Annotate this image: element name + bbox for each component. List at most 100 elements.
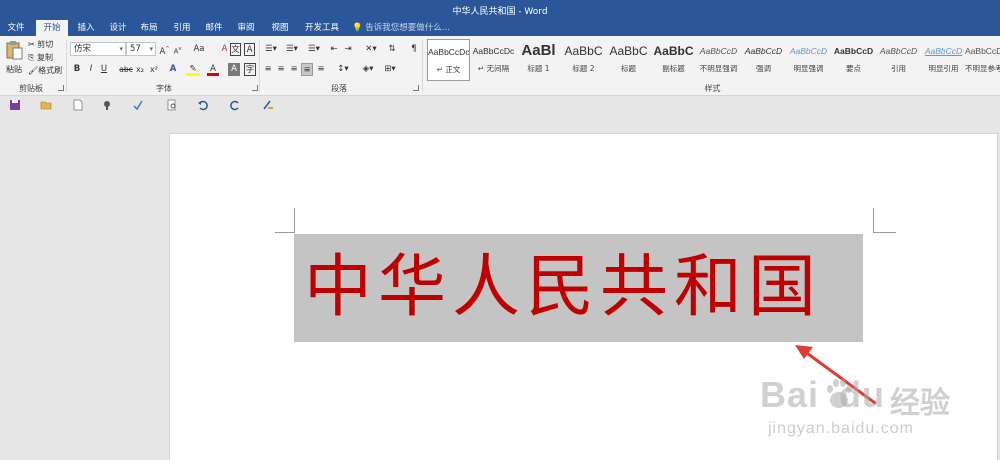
font-group-label: 字体 [156, 84, 172, 93]
superscript-button[interactable]: x² [148, 63, 160, 76]
underline-button[interactable]: U [99, 63, 109, 76]
tab-references[interactable]: 引用 [166, 20, 198, 36]
italic-button[interactable]: I [86, 63, 96, 76]
change-case-button[interactable]: Aa [190, 43, 208, 56]
style-label: 标题 [621, 64, 636, 73]
style-preview: AaBbCcD [924, 46, 963, 56]
tab-home[interactable]: 开始 [36, 20, 68, 36]
tab-design[interactable]: 设计 [102, 20, 134, 36]
style-subtle-emphasis[interactable]: AaBbCcD 不明显强调 [697, 39, 740, 81]
character-shading-icon[interactable]: A [228, 63, 240, 76]
tab-developer[interactable]: 开发工具 [298, 20, 346, 36]
phonetic-guide-icon[interactable]: 文 [230, 43, 241, 56]
style-label: 引用 [891, 64, 906, 73]
shrink-font-icon[interactable]: Av [172, 43, 183, 56]
tab-view[interactable]: 视图 [264, 20, 296, 36]
paste-label: 粘贴 [6, 65, 22, 74]
baidu-watermark: Bai du 经验 jingyan.baidu.com [760, 368, 990, 448]
tab-mailings[interactable]: 邮件 [198, 20, 230, 36]
line-spacing-icon[interactable]: ↕▾ [334, 63, 352, 76]
style-emphasis[interactable]: AaBbCcD 强调 [742, 39, 785, 81]
style-normal[interactable]: AaBbCcDc ↵ 正文 [427, 39, 470, 81]
ribbon-tabs: 文件 开始 插入 设计 布局 引用 邮件 审阅 视图 开发工具 💡 告诉我您想要… [0, 20, 1000, 36]
brush-icon: 🖌 [28, 66, 39, 75]
text-effects-icon[interactable]: A [166, 63, 180, 76]
customize-toolbar-icon[interactable] [262, 99, 274, 111]
chinese-layout-icon[interactable]: ✕▾ [362, 43, 380, 56]
numbering-icon[interactable]: ☰▾ [283, 43, 301, 56]
style-preview: AaBbCcD [833, 46, 874, 56]
align-left-icon[interactable]: ≡ [262, 63, 274, 76]
touch-mode-icon[interactable] [101, 99, 113, 111]
style-heading2[interactable]: AaBbC 标题 2 [562, 39, 605, 81]
font-launcher-icon[interactable] [252, 85, 258, 91]
distributed-icon[interactable]: ≡ [315, 63, 327, 76]
style-preview: AaBbCcD [699, 46, 738, 56]
strikethrough-button[interactable]: abc [118, 63, 134, 76]
jingyan-text: 经验 [890, 386, 950, 421]
style-subtle-reference[interactable]: AaBbCcDc 不明显参考 [965, 39, 1000, 81]
decrease-indent-icon[interactable]: ⇤ [328, 43, 340, 56]
character-border-icon[interactable]: A [244, 43, 255, 56]
font-size-value: 57 [130, 44, 141, 54]
watermark-url: jingyan.baidu.com [768, 420, 914, 437]
margin-corner-top-right [873, 208, 896, 233]
grow-font-icon[interactable]: A^ [159, 43, 170, 57]
style-label: 明显强调 [793, 64, 824, 73]
clear-format-icon[interactable]: A [219, 43, 230, 56]
style-label: 要点 [846, 64, 861, 73]
style-label: 副标题 [662, 64, 685, 73]
enclose-character-icon[interactable]: 字 [244, 63, 256, 76]
margin-corner-top-left [275, 208, 295, 233]
style-intense-emphasis[interactable]: AaBbCcD 明显强调 [787, 39, 830, 81]
clipboard-launcher-icon[interactable] [58, 85, 64, 91]
undo-icon[interactable] [197, 99, 209, 111]
clipboard-group-label: 剪贴板 [19, 84, 43, 93]
style-title[interactable]: AaBbC 标题 [607, 39, 650, 81]
tab-review[interactable]: 审阅 [230, 20, 262, 36]
new-document-icon[interactable] [72, 99, 84, 111]
paste-button[interactable]: 粘贴 [4, 40, 24, 74]
font-color-icon[interactable]: A [207, 63, 219, 76]
tell-me-box[interactable]: 💡 告诉我您想要做什么... [352, 20, 482, 36]
styles-gallery: AaBbCcDc ↵ 正文 AaBbCcDc ↵ 无间隔 AaBl 标题 1 A… [425, 39, 1000, 81]
spelling-check-icon[interactable] [132, 99, 144, 111]
multilevel-list-icon[interactable]: ☰▾ [305, 43, 323, 56]
format-painter-button[interactable]: 🖌格式刷 [28, 65, 62, 77]
style-label: 不明显参考 [965, 64, 1000, 73]
copy-button[interactable]: ⎘ 复制 [28, 52, 53, 64]
justify-icon[interactable]: ≡ [301, 63, 313, 76]
style-subtitle[interactable]: AaBbC 副标题 [652, 39, 695, 81]
bullets-icon[interactable]: ☰▾ [262, 43, 280, 56]
font-size-combo[interactable]: 57 ▾ [126, 42, 156, 56]
subscript-button[interactable]: x₂ [134, 63, 146, 76]
redo-icon[interactable] [229, 99, 241, 111]
tab-insert[interactable]: 插入 [70, 20, 102, 36]
tab-layout[interactable]: 布局 [133, 20, 165, 36]
bold-button[interactable]: B [72, 63, 82, 76]
shading-icon[interactable]: ◈▾ [359, 63, 377, 76]
style-heading1[interactable]: AaBl 标题 1 [517, 39, 560, 81]
print-preview-icon[interactable] [166, 99, 178, 111]
save-icon[interactable] [9, 99, 21, 111]
clipboard-icon [6, 41, 23, 60]
cut-button[interactable]: ✂ 剪切 [28, 39, 53, 51]
borders-icon[interactable]: ⊞▾ [381, 63, 399, 76]
style-intense-quote[interactable]: AaBbCcD 明显引用 [922, 39, 965, 81]
sort-icon[interactable]: ⇅ [386, 43, 398, 56]
align-right-icon[interactable]: ≡ [288, 63, 300, 76]
style-label: 标题 2 [572, 64, 595, 73]
paragraph-launcher-icon[interactable] [413, 85, 419, 91]
style-preview: AaBbCcDc [965, 46, 1000, 56]
document-text[interactable]: 中华人民共和国 [294, 234, 863, 342]
font-name-combo[interactable]: 仿宋 ▾ [70, 42, 126, 56]
increase-indent-icon[interactable]: ⇥ [342, 43, 354, 56]
show-marks-icon[interactable]: ¶ [408, 43, 420, 56]
open-folder-icon[interactable] [40, 99, 52, 111]
tab-file[interactable]: 文件 [0, 20, 32, 36]
align-center-icon[interactable]: ≡ [275, 63, 287, 76]
highlight-color-icon[interactable]: ✎ [186, 63, 200, 76]
style-strong[interactable]: AaBbCcD 要点 [832, 39, 875, 81]
style-quote[interactable]: AaBbCcD 引用 [877, 39, 920, 81]
style-no-spacing[interactable]: AaBbCcDc ↵ 无间隔 [472, 39, 515, 81]
